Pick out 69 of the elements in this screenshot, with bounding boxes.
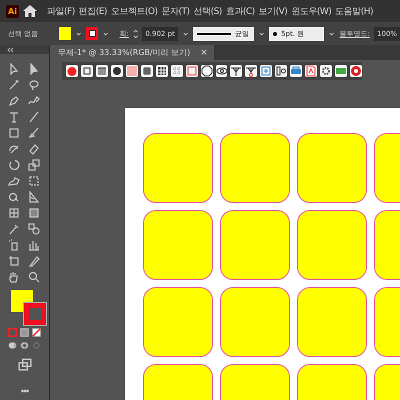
table-icon[interactable]	[156, 65, 168, 77]
app-logo[interactable]: Ai	[6, 4, 19, 18]
rounded-square	[220, 210, 290, 280]
rounded-square	[297, 287, 367, 357]
menu-item[interactable]: 도움말(H)	[335, 4, 374, 18]
eyedropper-icon[interactable]	[8, 222, 20, 235]
fill-swatch[interactable]	[59, 27, 72, 40]
stroke-color-swatch[interactable]	[24, 302, 46, 325]
add-page-icon[interactable]	[260, 65, 272, 77]
dot-icon	[273, 32, 278, 36]
menu-item[interactable]: 파일(F)	[47, 4, 75, 18]
dot-grid-icon[interactable]	[170, 65, 183, 77]
rounded-square	[220, 133, 290, 203]
eye-icon[interactable]	[216, 65, 228, 77]
gradient-icon[interactable]	[28, 206, 40, 219]
lifebuoy-icon[interactable]	[350, 65, 362, 77]
rotate-icon[interactable]	[8, 158, 20, 171]
artboard-icon[interactable]	[8, 254, 20, 267]
rounded-square	[143, 287, 213, 357]
scale-icon[interactable]	[28, 158, 40, 171]
rounded-square	[143, 210, 213, 280]
pen-icon[interactable]	[8, 94, 20, 107]
rounded-square	[297, 210, 367, 280]
draw-behind-icon[interactable]	[20, 341, 29, 350]
bar-graph-icon[interactable]	[28, 238, 40, 251]
rounded-square	[220, 287, 290, 357]
corner-square-icon[interactable]	[186, 65, 198, 77]
stroke-swatch[interactable]	[86, 27, 98, 40]
document-tab[interactable]: 무제-1* @ 33.33%(RGB/미리 보기) ×	[50, 45, 214, 60]
hand-icon[interactable]	[8, 270, 20, 283]
menu-item[interactable]: 오브젝트(O)	[110, 4, 158, 18]
zoom-icon[interactable]	[28, 270, 40, 283]
menu-item[interactable]: 편집(E)	[78, 4, 107, 18]
barcode-grid-icon[interactable]	[96, 65, 108, 77]
eraser-icon[interactable]	[28, 142, 40, 155]
panel-header[interactable]	[0, 45, 49, 54]
stepper-icon[interactable]	[132, 28, 138, 40]
grid-icon[interactable]	[140, 65, 153, 77]
menu-item[interactable]: 선택(S)	[194, 4, 222, 18]
selection-arrow-icon[interactable]	[8, 62, 20, 75]
menu-item[interactable]: 문자(T)	[162, 4, 190, 18]
stroke-line-icon	[197, 32, 232, 36]
mesh-icon[interactable]	[8, 206, 20, 219]
square-icon[interactable]	[126, 65, 138, 77]
slice-icon[interactable]	[28, 254, 40, 267]
square-frame-icon[interactable]	[80, 65, 93, 77]
free-transform-icon[interactable]	[28, 174, 40, 187]
octagon-icon[interactable]	[200, 65, 213, 77]
magic-wand-icon[interactable]	[8, 78, 20, 91]
color-mode-icon[interactable]	[8, 328, 17, 337]
lasso-icon[interactable]	[28, 78, 40, 91]
menu-item[interactable]: 윈도우(W)	[291, 4, 332, 18]
pdf-icon[interactable]	[305, 65, 318, 77]
menu-item[interactable]: 보기(V)	[258, 4, 288, 18]
type-icon[interactable]	[8, 110, 20, 123]
direct-arrow-icon[interactable]	[28, 62, 40, 75]
screen-mode-icon[interactable]	[16, 357, 32, 371]
draw-mode-icon[interactable]	[8, 341, 17, 350]
none-mode-icon[interactable]	[32, 328, 41, 337]
collapse-icon[interactable]	[6, 47, 14, 53]
rounded-square	[297, 133, 367, 203]
close-tab[interactable]: ×	[200, 48, 208, 58]
rounded-square	[143, 133, 213, 203]
menu-item[interactable]: 효과(C)	[226, 4, 255, 18]
brush-icon[interactable]	[28, 126, 40, 139]
line-icon[interactable]	[28, 110, 40, 123]
rectangle-icon[interactable]	[8, 126, 20, 139]
home-icon[interactable]	[23, 5, 37, 17]
blend-icon[interactable]	[28, 222, 40, 235]
